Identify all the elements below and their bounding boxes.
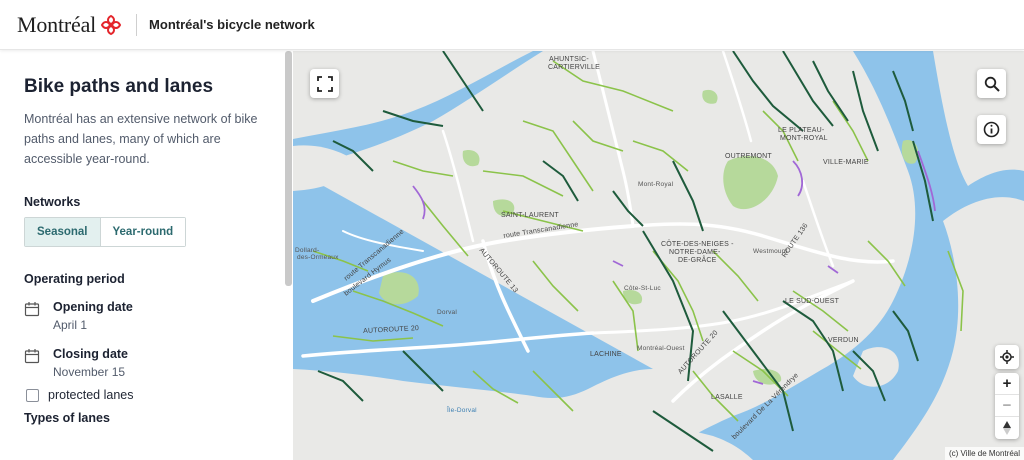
opening-date-row: Opening date April 1	[24, 300, 133, 332]
operating-period-heading: Operating period	[24, 272, 125, 286]
map-canvas[interactable]: AHUNTSIC- CARTIERVILLE LE PLATEAU- MONT-…	[293, 51, 1024, 460]
map-graphic	[293, 51, 1024, 460]
map-label-ville-marie: VILLE-MARIE	[823, 159, 869, 166]
compass-icon	[1003, 421, 1011, 435]
protected-lanes-label: protected lanes	[48, 388, 134, 402]
map-label-ahuntsic: AHUNTSIC-	[549, 56, 589, 63]
panel-description: Montréal has an extensive network of bik…	[24, 112, 258, 166]
map-label-dollard: Dollard-	[295, 247, 320, 254]
info-button[interactable]	[977, 115, 1006, 144]
closing-date-value: November 15	[53, 365, 126, 379]
map-label-cdn-line3: DE-GRÂCE	[678, 257, 717, 264]
app-title: Montréal's bicycle network	[149, 17, 315, 32]
protected-lanes-checkbox[interactable]	[26, 388, 39, 402]
map-label-montreal-ouest: Montréal-Ouest	[637, 345, 685, 352]
map-label-cote-st-luc: Côte-St-Luc	[624, 285, 661, 292]
info-icon	[983, 121, 1000, 138]
opening-date-label: Opening date	[53, 300, 133, 314]
toggle-year-round[interactable]: Year-round	[100, 218, 186, 246]
montreal-logo-icon	[100, 14, 122, 35]
map-label-verdun: VERDUN	[828, 337, 859, 344]
map-label-lasalle: LASALLE	[711, 394, 743, 401]
networks-heading: Networks	[24, 195, 81, 209]
map-label-ormeaux: des-Ormeaux	[297, 254, 339, 261]
zoom-out-button[interactable]: −	[995, 395, 1019, 417]
compass-button[interactable]	[995, 417, 1019, 439]
map-label-mont-royal: Mont-Royal	[638, 181, 674, 188]
fullscreen-button[interactable]	[310, 69, 339, 98]
calendar-icon	[24, 302, 40, 317]
header-divider	[136, 13, 138, 36]
sidebar-scrollbar[interactable]	[285, 51, 292, 286]
zoom-controls: + −	[995, 373, 1019, 439]
toggle-seasonal[interactable]: Seasonal	[25, 218, 101, 246]
network-toggle: Seasonal Year-round	[24, 217, 187, 247]
map-label-outremont: OUTREMONT	[725, 153, 772, 160]
map-label-cdn-line2: NOTRE-DAME-	[669, 249, 721, 256]
map-label-mont-royal-borough: MONT-ROYAL	[780, 135, 828, 142]
calendar-icon	[24, 349, 40, 364]
zoom-in-button[interactable]: +	[995, 373, 1019, 395]
map-attribution[interactable]: (c) Ville de Montréal	[945, 447, 1024, 460]
map-label-ile-dorval: Île-Dorval	[447, 407, 477, 414]
map-label-dorval: Dorval	[437, 309, 457, 316]
protected-lanes-checkbox-row[interactable]: protected lanes	[26, 388, 133, 402]
map-label-lachine: LACHINE	[590, 351, 622, 358]
map-label-plateau: LE PLATEAU-	[778, 127, 825, 134]
closing-date-label: Closing date	[53, 347, 129, 361]
montreal-home-link[interactable]: Montréal	[0, 0, 123, 50]
map-label-saint-laurent: SAINT-LAURENT	[501, 212, 559, 219]
map-label-cdn-line1: CÔTE-DES-NEIGES -	[661, 241, 734, 248]
opening-date-value: April 1	[53, 318, 88, 332]
lane-types-heading: Types of lanes	[24, 411, 110, 425]
locate-icon	[1000, 350, 1014, 364]
locate-button[interactable]	[995, 345, 1019, 369]
search-button[interactable]	[977, 69, 1006, 98]
fullscreen-icon	[316, 75, 333, 92]
top-header: Montréal Montréal's bicycle network	[0, 0, 1024, 50]
search-icon	[984, 76, 1000, 92]
brand-wordmark: Montréal	[17, 11, 97, 37]
map-label-sud-ouest: LE SUD-OUEST	[785, 298, 840, 305]
map-label-cartierville: CARTIERVILLE	[548, 64, 600, 71]
panel-title: Bike paths and lanes	[24, 76, 214, 97]
closing-date-row: Closing date November 15	[24, 347, 128, 379]
